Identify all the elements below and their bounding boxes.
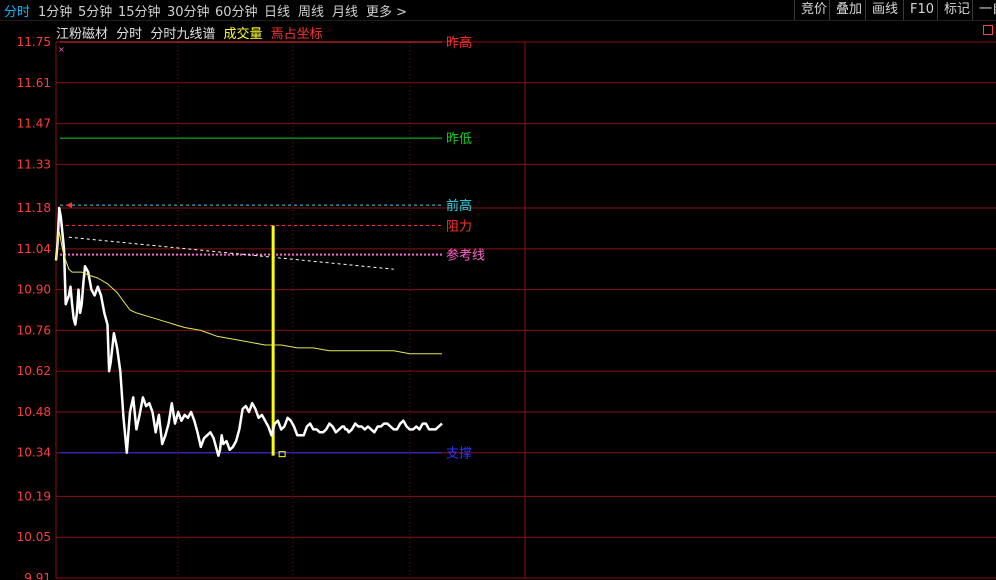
y-tick-label: 11.61 xyxy=(17,76,51,90)
y-tick-label: 11.47 xyxy=(17,117,51,131)
y-tick-label: 10.62 xyxy=(17,364,51,378)
y-tick-label: 9.91 xyxy=(24,571,51,580)
y-tick-label: 10.90 xyxy=(17,283,51,297)
y-tick-label: 10.76 xyxy=(17,323,51,337)
level-label: 阻力 xyxy=(446,220,472,235)
y-axis: 11.75 11.61 11.47 11.33 11.18 11.04 10.90 10.76… xyxy=(17,35,51,580)
y-tick-label: 10.34 xyxy=(17,446,51,460)
y-tick-label: 10.05 xyxy=(17,530,51,544)
intraday-chart: 11.75 11.61 11.47 11.33 11.18 11.04 10.90 10.76… xyxy=(17,35,996,580)
level-label: 昨高 xyxy=(446,35,472,51)
price-line xyxy=(54,206,443,457)
chart-grid xyxy=(55,41,996,579)
level-label: 昨低 xyxy=(446,132,472,147)
level-label: 前高 xyxy=(446,198,472,214)
y-tick-label: 11.04 xyxy=(17,242,51,256)
y-tick-label: 10.19 xyxy=(17,489,51,503)
y-tick-label: 11.75 xyxy=(17,35,51,49)
y-tick-label: 11.18 xyxy=(17,201,51,215)
trend-line xyxy=(68,236,394,270)
level-label: 参考线 xyxy=(446,248,485,264)
level-label: 支撑 xyxy=(446,447,472,462)
prev-high-arrow-icon xyxy=(66,202,72,209)
cross-marker-icon: × xyxy=(58,45,65,54)
y-tick-label: 11.33 xyxy=(17,157,51,171)
y-tick-label: 10.48 xyxy=(17,405,51,419)
series-layer xyxy=(54,206,443,458)
